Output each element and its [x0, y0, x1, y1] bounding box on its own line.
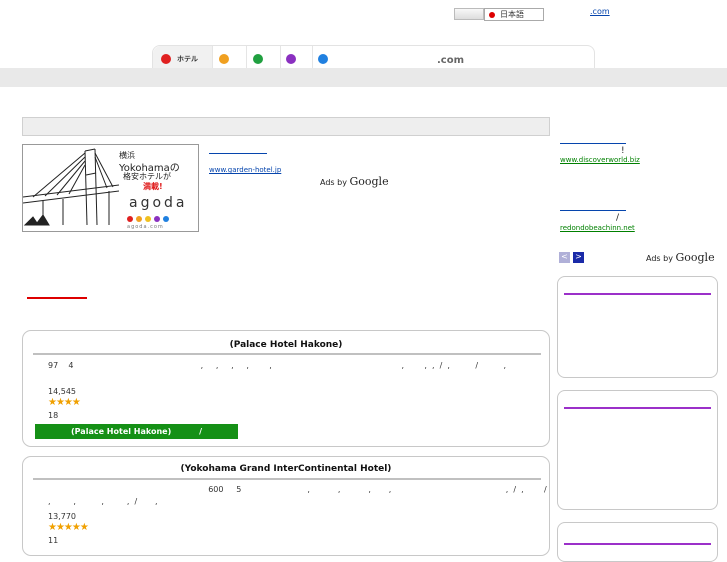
language-button[interactable] — [454, 8, 484, 20]
red-ball-icon — [161, 54, 171, 64]
card-divider — [33, 353, 541, 355]
ad-url-link[interactable]: www.garden-hotel.jp — [209, 166, 281, 174]
right-ads-by-label: Ads by — [646, 254, 673, 263]
dot-purple — [154, 216, 160, 222]
right-google-logo: Google — [675, 251, 715, 264]
dot-orange — [136, 216, 142, 222]
tab-3[interactable] — [247, 46, 281, 70]
right-ad-url-1[interactable]: www.discoverworld.biz — [560, 156, 640, 164]
hotel-stars: ★★★★ — [48, 397, 81, 408]
right-ads-by-google[interactable]: Ads by Google — [646, 251, 715, 264]
hotel-reviews: 18 — [48, 411, 59, 420]
next-ad-button[interactable]: > — [573, 252, 584, 263]
banner-text-4: 満載! — [143, 182, 163, 191]
tab-4[interactable] — [281, 46, 313, 70]
card-divider — [33, 478, 541, 480]
agoda-url: agoda.com — [127, 224, 164, 230]
google-logo: Google — [349, 175, 389, 188]
tab-2[interactable] — [213, 46, 247, 70]
hotel-description: 600 5 , , , , , / , / — [48, 485, 547, 494]
right-ad-title-1[interactable] — [560, 143, 626, 144]
hotel-card: (Palace Hotel Hakone) 97 4 , , , , , , ,… — [22, 330, 633, 447]
dot-red — [127, 216, 133, 222]
hotel-description: 97 4 , , , , , , , , / , / , , , , — [48, 361, 634, 370]
orange-ball-icon — [219, 54, 229, 64]
agoda-logo: agoda — [129, 195, 188, 211]
hotel-description-2: , , , , / , — [48, 497, 158, 506]
right-ad-url-2[interactable]: redondobeachinn.net — [560, 224, 635, 232]
right-ad-text-2: / — [616, 213, 620, 223]
language-select[interactable]: 日本語 — [484, 8, 544, 21]
top-site-link[interactable]: .com — [590, 7, 610, 16]
tab-hotel[interactable]: ホテル — [153, 46, 213, 70]
hotel-price: 13,770 — [48, 512, 76, 521]
agoda-banner[interactable]: 横浜 Yokohamaの 格安ホテルが 満載! agoda agoda.com — [22, 144, 199, 232]
tab-hotel-label: ホテル — [177, 55, 198, 63]
ads-by-google[interactable]: Ads by Google — [320, 175, 389, 188]
section-heading-underline — [27, 297, 87, 299]
right-ad-title-2[interactable] — [560, 210, 626, 211]
sidebar-box — [557, 390, 718, 510]
hotel-card: (Yokohama Grand InterContinental Hotel) … — [22, 456, 550, 556]
dot-yellow — [145, 216, 151, 222]
site-suffix: .com — [437, 55, 465, 66]
hotel-stars: ★★★★★ — [48, 522, 89, 533]
ad-title-link[interactable] — [209, 153, 267, 154]
bridge-illustration — [23, 148, 119, 226]
agoda-dots — [127, 215, 172, 224]
nav-bar — [0, 68, 727, 87]
right-ad-text-1: ! — [621, 146, 625, 156]
hotel-reviews: 11 — [48, 536, 59, 545]
hotel-price: 14,545 — [48, 387, 76, 396]
language-label: 日本語 — [500, 10, 524, 19]
sidebar-box — [557, 276, 718, 378]
blue-ball-icon — [318, 54, 328, 64]
green-ball-icon — [253, 54, 263, 64]
sidebar-box-header-line — [564, 293, 711, 295]
hotel-title[interactable]: (Yokohama Grand InterContinental Hotel) — [23, 464, 549, 474]
hotel-title[interactable]: (Palace Hotel Hakone) — [23, 340, 549, 350]
sidebar-box — [557, 522, 718, 562]
ads-by-label: Ads by — [320, 178, 347, 187]
purple-ball-icon — [286, 54, 296, 64]
sidebar-box-header-line — [564, 407, 711, 409]
tab-5[interactable] — [313, 46, 343, 70]
search-bar — [22, 117, 550, 136]
dot-blue — [163, 216, 169, 222]
prev-ad-button[interactable]: < — [559, 252, 570, 263]
hotel-book-button[interactable]: (Palace Hotel Hakone) / / — [35, 424, 255, 439]
category-tabs: ホテル — [152, 45, 595, 70]
japan-flag-icon — [489, 11, 495, 18]
